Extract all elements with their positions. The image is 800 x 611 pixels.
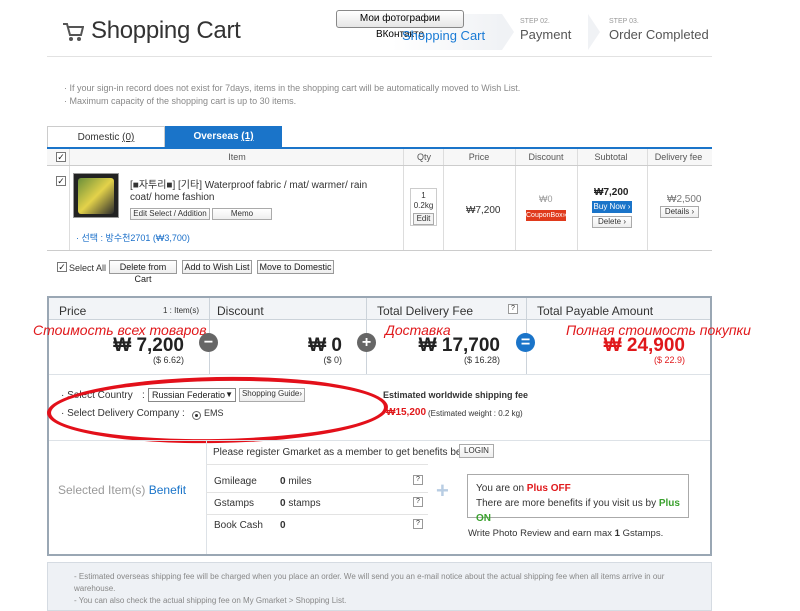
step-chevron — [588, 14, 600, 50]
select-all-label[interactable]: Select All — [69, 263, 106, 273]
estimated-fee-value: ₩15,200 — [386, 407, 427, 418]
cart-icon — [63, 23, 84, 41]
register-message: Please register Gmarket as a member to g… — [213, 447, 479, 458]
gmileage-help-icon[interactable]: ? — [413, 475, 423, 485]
coupon-box-button[interactable]: CouponBox» — [526, 210, 566, 221]
step-order-completed: STEP 03. Order Completed — [609, 18, 709, 42]
qty-edit-button[interactable]: Edit — [413, 213, 434, 225]
details-button[interactable]: Details › — [660, 206, 699, 218]
delivery-usd: ($ 16.28) — [463, 355, 500, 365]
item-subtotal: ₩7,200 — [594, 187, 629, 198]
item-option: · 선택 : 방수천2701 (₩3,700) — [76, 233, 190, 243]
footer-notes: - Estimated overseas shipping fee will b… — [47, 562, 712, 611]
item-checkbox[interactable]: ✓ — [56, 176, 66, 186]
delivery-amount: ₩ 17,700 — [418, 335, 500, 356]
header-divider — [47, 56, 712, 57]
move-to-domestic-button[interactable]: Move to Domestic — [257, 260, 334, 274]
quantity-box: 1 0.2kg Edit — [410, 188, 437, 226]
item-discount: ₩0 — [539, 194, 553, 204]
step-shopping-cart: Shopping Cart — [402, 28, 486, 43]
step-chevron — [502, 14, 514, 50]
cart-notes: · If your sign-in record does not exist … — [64, 83, 521, 106]
discount-label: Discount — [217, 304, 264, 318]
row-divider — [47, 250, 712, 251]
benefit-title: Selected Item(s) Benefit — [58, 483, 187, 497]
page-title: Shopping Cart — [91, 17, 241, 44]
item-delivery-fee: ₩2,500 — [667, 194, 702, 205]
item-price: ₩7,200 — [466, 205, 501, 216]
item-weight: 0.2kg — [413, 201, 434, 210]
delete-from-cart-button[interactable]: Delete from Cart — [109, 260, 177, 284]
total-usd: ($ 22.9) — [653, 355, 685, 365]
gstamps-label: Gstamps — [214, 498, 255, 509]
estimated-weight: (Estimated weight : 0.2 kg) — [428, 409, 523, 418]
item-thumbnail[interactable] — [73, 173, 119, 218]
qty-value[interactable]: 1 — [411, 191, 436, 201]
price-amount: ₩ 7,200 — [113, 335, 184, 356]
total-amount: ₩ 24,900 — [603, 335, 685, 356]
delivery-help-icon[interactable]: ? — [508, 304, 518, 314]
select-all-checkbox[interactable]: ✓ — [57, 262, 67, 272]
book-cash-help-icon[interactable]: ? — [413, 519, 423, 529]
delivery-fee-label: Total Delivery Fee — [377, 304, 474, 318]
photo-review-text: Write Photo Review and earn max 1 Gstamp… — [468, 528, 664, 539]
header-checkbox[interactable]: ✓ — [56, 152, 66, 162]
tab-overseas[interactable]: Overseas (1) — [165, 126, 282, 148]
memo-button[interactable]: Memo — [212, 208, 272, 220]
table-header: ✓ Item Qty Price Discount Subtotal Deliv… — [47, 149, 712, 166]
plus-status-box: You are on Plus OFF There are more benef… — [467, 474, 689, 524]
step-payment: STEP 02. Payment — [520, 18, 572, 42]
discount-usd: ($ 0) — [323, 355, 342, 365]
equals-icon: = — [516, 333, 535, 352]
item-count: 1 : Item(s) — [163, 306, 200, 315]
total-payable-label: Total Payable Amount — [537, 304, 654, 318]
gstamps-help-icon[interactable]: ? — [413, 497, 423, 507]
plus-sign-icon: + — [436, 478, 449, 503]
plus-icon: + — [357, 333, 376, 352]
tab-domestic[interactable]: Domestic (0) — [47, 126, 165, 148]
gmileage-label: Gmileage — [214, 476, 257, 487]
item-name[interactable]: [■자투리■] [기타] Waterproof fabric / mat/ wa… — [130, 180, 370, 204]
login-button[interactable]: LOGIN — [459, 444, 494, 458]
edit-select-button[interactable]: Edit Select / Addition — [130, 208, 210, 220]
delete-button[interactable]: Delete › — [592, 216, 632, 228]
price-label: Price — [59, 304, 87, 318]
minus-icon: − — [199, 333, 218, 352]
price-usd: ($ 6.62) — [152, 355, 184, 365]
book-cash-label: Book Cash — [214, 520, 263, 531]
discount-amount: ₩ 0 — [308, 335, 342, 356]
add-to-wish-list-button[interactable]: Add to Wish List — [182, 260, 252, 274]
buy-now-button[interactable]: Buy Now › — [592, 201, 632, 213]
estimated-fee-title: Estimated worldwide shipping fee — [383, 390, 529, 400]
